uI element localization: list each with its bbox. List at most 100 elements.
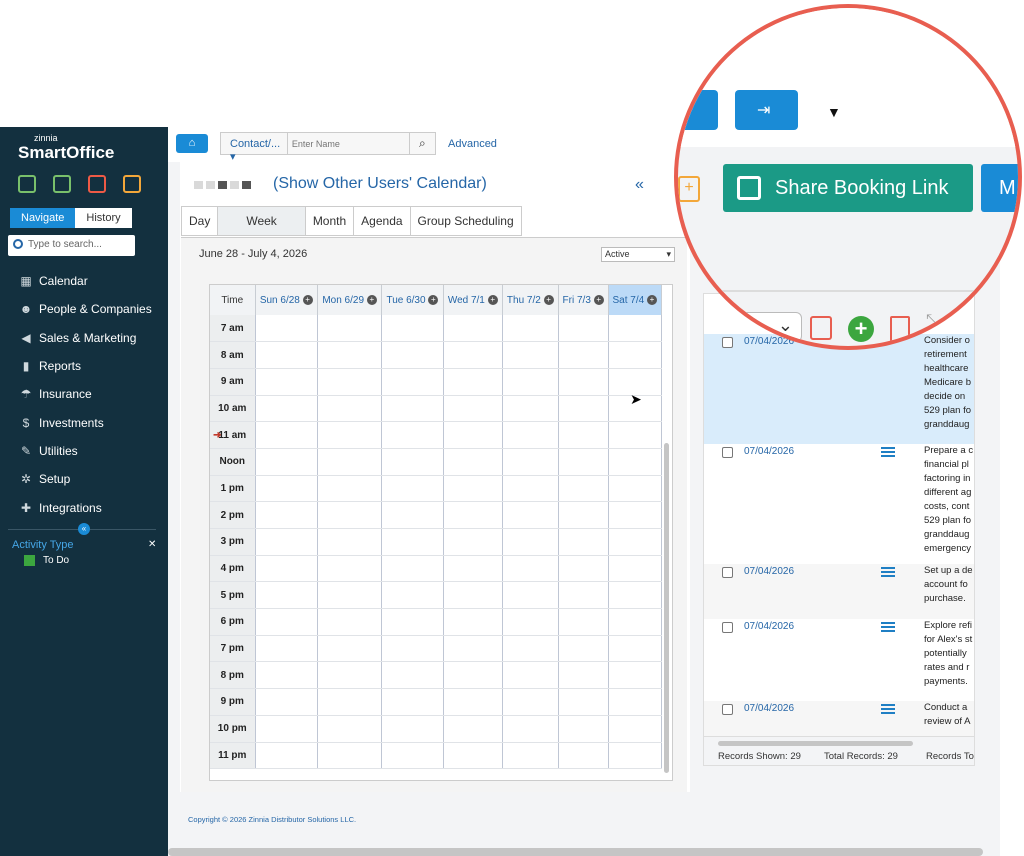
time-slot[interactable]	[255, 501, 318, 529]
pager-dot[interactable]	[194, 181, 203, 189]
day-column-header[interactable]: Mon 6/29 +	[317, 285, 383, 315]
page-horizontal-scrollbar[interactable]	[168, 848, 983, 856]
time-slot[interactable]	[502, 448, 559, 476]
time-slot[interactable]	[443, 341, 503, 369]
time-slot[interactable]	[443, 661, 503, 690]
time-slot[interactable]	[502, 608, 559, 636]
time-slot[interactable]	[255, 715, 318, 743]
time-slot[interactable]	[381, 635, 444, 663]
time-slot[interactable]	[558, 661, 609, 690]
tab-day[interactable]: Day	[181, 206, 219, 236]
time-slot[interactable]	[558, 581, 609, 610]
time-slot[interactable]	[502, 715, 559, 743]
time-slot[interactable]	[558, 395, 609, 423]
sidebar-item-integrations[interactable]: ✚ Integrations	[18, 493, 152, 521]
details-list-icon[interactable]	[881, 447, 895, 459]
time-slot[interactable]	[381, 368, 444, 396]
new-note-icon[interactable]	[88, 175, 106, 193]
time-slot[interactable]	[381, 395, 444, 423]
time-slot[interactable]	[558, 528, 609, 556]
new-appointment-icon[interactable]	[18, 175, 36, 193]
time-slot[interactable]	[255, 448, 318, 476]
time-slot[interactable]	[558, 315, 609, 343]
day-column-header[interactable]: Wed 7/1 +	[443, 285, 503, 315]
time-slot[interactable]	[317, 555, 383, 583]
time-slot[interactable]	[502, 581, 559, 610]
tab-month[interactable]: Month	[304, 206, 355, 236]
time-slot[interactable]	[502, 688, 559, 716]
pager-dot[interactable]	[230, 181, 239, 189]
time-slot[interactable]	[381, 581, 444, 610]
time-slot[interactable]	[443, 475, 503, 503]
time-slot[interactable]	[608, 581, 663, 610]
time-slot[interactable]	[317, 368, 383, 396]
time-slot[interactable]	[608, 421, 663, 449]
time-slot[interactable]	[558, 742, 609, 770]
day-column-header[interactable]: Tue 6/30 +	[381, 285, 444, 315]
time-slot[interactable]	[558, 715, 609, 743]
time-slot[interactable]	[443, 501, 503, 529]
time-slot[interactable]	[608, 448, 663, 476]
time-slot[interactable]	[381, 341, 444, 369]
tab-navigate[interactable]: Navigate	[10, 208, 76, 228]
time-slot[interactable]	[381, 608, 444, 636]
time-slot[interactable]	[317, 421, 383, 449]
time-slot[interactable]	[558, 635, 609, 663]
time-slot[interactable]	[608, 315, 663, 343]
time-slot[interactable]	[255, 581, 318, 610]
time-slot[interactable]	[502, 421, 559, 449]
tab-agenda[interactable]: Agenda	[353, 206, 411, 236]
new-task-icon[interactable]	[123, 175, 141, 193]
time-slot[interactable]	[317, 688, 383, 716]
zoom-login-button[interactable]: ⇥	[735, 90, 798, 130]
time-slot[interactable]	[608, 661, 663, 690]
activity-type-todo[interactable]: To Do	[24, 555, 69, 566]
activity-type-label[interactable]: Activity Type	[12, 539, 74, 551]
time-slot[interactable]	[558, 688, 609, 716]
time-slot[interactable]	[443, 368, 503, 396]
day-column-header[interactable]: Thu 7/2 +	[502, 285, 559, 315]
expand-icon[interactable]: ⤡	[926, 312, 939, 330]
vertical-scrollbar[interactable]	[664, 443, 669, 773]
time-slot[interactable]	[443, 742, 503, 770]
chevron-down-icon[interactable]: ▼	[827, 104, 841, 120]
row-checkbox[interactable]	[722, 567, 733, 578]
time-slot[interactable]	[443, 528, 503, 556]
table-row[interactable]: 07/04/2026Consider o retirement healthca…	[704, 334, 974, 444]
time-slot[interactable]	[255, 555, 318, 583]
time-slot[interactable]	[381, 448, 444, 476]
time-slot[interactable]	[381, 715, 444, 743]
details-list-icon[interactable]	[881, 622, 895, 634]
time-slot[interactable]	[255, 341, 318, 369]
time-slot[interactable]	[443, 395, 503, 423]
time-slot[interactable]	[502, 528, 559, 556]
record-date-link[interactable]: 07/04/2026	[744, 703, 794, 714]
time-slot[interactable]	[443, 608, 503, 636]
pager-dot[interactable]	[206, 181, 215, 189]
tab-group-scheduling[interactable]: Group Scheduling	[409, 206, 522, 236]
time-slot[interactable]	[608, 715, 663, 743]
time-slot[interactable]	[381, 555, 444, 583]
time-slot[interactable]	[255, 608, 318, 636]
time-slot[interactable]	[608, 555, 663, 583]
table-row[interactable]: 07/04/2026 Set up a de account fo purchas…	[704, 564, 974, 619]
collapse-icon[interactable]: «	[78, 523, 90, 535]
time-slot[interactable]	[317, 742, 383, 770]
table-row[interactable]: 07/04/2026 Conduct a review of A	[704, 701, 974, 736]
sidebar-item-investments[interactable]: $ Investments	[18, 408, 152, 436]
time-slot[interactable]	[502, 315, 559, 343]
pin-icon[interactable]: ✕	[148, 539, 156, 550]
add-event-icon[interactable]: +	[593, 294, 604, 305]
time-slot[interactable]	[255, 742, 318, 770]
time-slot[interactable]	[502, 635, 559, 663]
time-slot[interactable]	[502, 368, 559, 396]
zoom-m-button[interactable]: M	[981, 164, 1018, 212]
status-filter-select[interactable]: Active ▾	[601, 247, 675, 262]
name-search-input[interactable]	[287, 133, 409, 154]
time-slot[interactable]	[255, 528, 318, 556]
time-slot[interactable]	[443, 555, 503, 583]
time-slot[interactable]	[317, 581, 383, 610]
time-slot[interactable]	[608, 742, 663, 770]
sidebar-item-calendar[interactable]: ▦ Calendar	[18, 267, 152, 295]
zoom-toolbar-button[interactable]	[678, 90, 718, 130]
